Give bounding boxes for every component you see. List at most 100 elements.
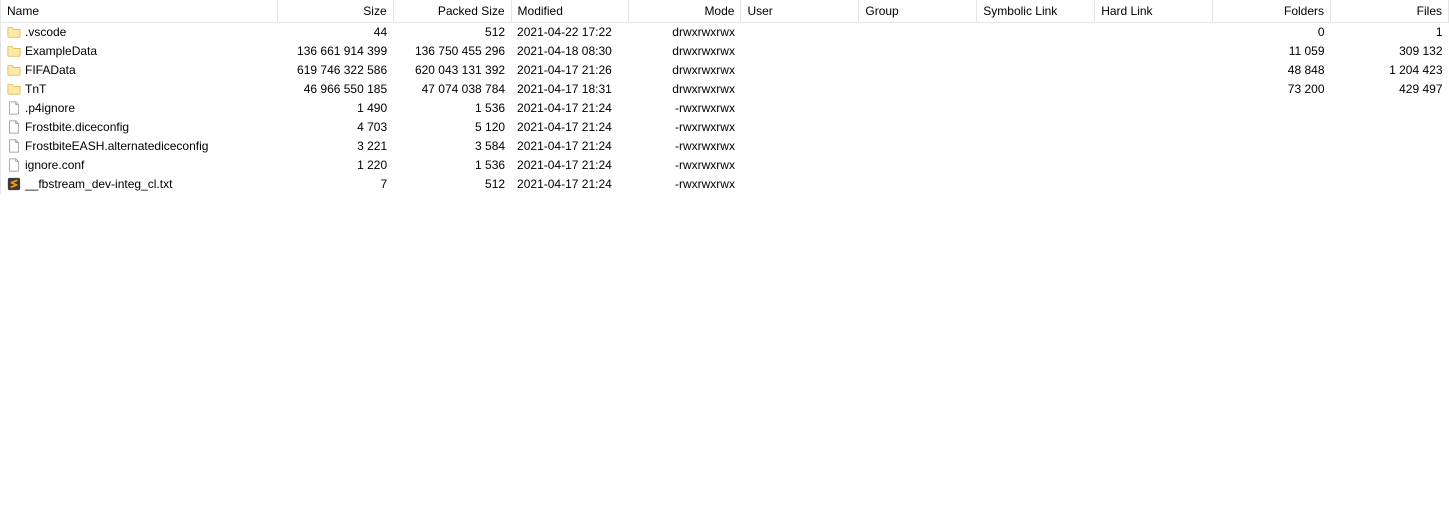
file-name-label: TnT xyxy=(25,82,46,96)
cell-name: FIFAData xyxy=(1,61,278,80)
cell-files xyxy=(1331,175,1449,194)
cell-packed: 5 120 xyxy=(393,118,511,137)
cell-folders xyxy=(1213,175,1331,194)
cell-group xyxy=(859,80,977,99)
cell-name: TnT xyxy=(1,80,278,99)
cell-hardlink xyxy=(1095,61,1213,80)
cell-name: FrostbiteEASH.alternatediceconfig xyxy=(1,137,278,156)
file-name-label: FIFAData xyxy=(25,63,76,77)
column-header-modified[interactable]: Modified xyxy=(511,0,629,23)
cell-user xyxy=(741,156,859,175)
cell-size: 46 966 550 185 xyxy=(278,80,394,99)
cell-symlink xyxy=(977,61,1095,80)
cell-modified: 2021-04-22 17:22 xyxy=(511,23,629,42)
cell-modified: 2021-04-17 21:26 xyxy=(511,61,629,80)
cell-symlink xyxy=(977,99,1095,118)
cell-symlink xyxy=(977,137,1095,156)
table-row[interactable]: __fbstream_dev-integ_cl.txt75122021-04-1… xyxy=(1,175,1449,194)
cell-mode: drwxrwxrwx xyxy=(629,61,741,80)
file-icon xyxy=(7,158,21,172)
cell-symlink xyxy=(977,175,1095,194)
table-row[interactable]: .vscode445122021-04-22 17:22drwxrwxrwx01 xyxy=(1,23,1449,42)
table-row[interactable]: Frostbite.diceconfig4 7035 1202021-04-17… xyxy=(1,118,1449,137)
file-name-label: .vscode xyxy=(25,25,66,39)
cell-group xyxy=(859,23,977,42)
cell-packed: 1 536 xyxy=(393,156,511,175)
column-header-size[interactable]: Size xyxy=(278,0,394,23)
cell-packed: 47 074 038 784 xyxy=(393,80,511,99)
cell-hardlink xyxy=(1095,118,1213,137)
cell-user xyxy=(741,80,859,99)
cell-name: .vscode xyxy=(1,23,278,42)
cell-size: 1 220 xyxy=(278,156,394,175)
cell-symlink xyxy=(977,118,1095,137)
cell-hardlink xyxy=(1095,80,1213,99)
table-row[interactable]: .p4ignore1 4901 5362021-04-17 21:24-rwxr… xyxy=(1,99,1449,118)
table-row[interactable]: FrostbiteEASH.alternatediceconfig 3 2213 … xyxy=(1,137,1449,156)
cell-packed: 512 xyxy=(393,23,511,42)
cell-group xyxy=(859,42,977,61)
file-icon xyxy=(7,139,21,153)
cell-mode: drwxrwxrwx xyxy=(629,23,741,42)
column-header-name[interactable]: Name xyxy=(1,0,278,23)
column-header-mode[interactable]: Mode xyxy=(629,0,741,23)
cell-group xyxy=(859,156,977,175)
table-row[interactable]: FIFAData619 746 322 586620 043 131 39220… xyxy=(1,61,1449,80)
cell-folders: 73 200 xyxy=(1213,80,1331,99)
file-icon xyxy=(7,120,21,134)
cell-group xyxy=(859,61,977,80)
cell-size: 44 xyxy=(278,23,394,42)
cell-files xyxy=(1331,118,1449,137)
cell-modified: 2021-04-18 08:30 xyxy=(511,42,629,61)
cell-modified: 2021-04-17 21:24 xyxy=(511,137,629,156)
cell-files xyxy=(1331,137,1449,156)
file-name-label: ignore.conf xyxy=(25,158,84,172)
cell-group xyxy=(859,118,977,137)
cell-user xyxy=(741,42,859,61)
cell-size: 3 221 xyxy=(278,137,394,156)
cell-group xyxy=(859,99,977,118)
cell-files: 1 xyxy=(1331,23,1449,42)
column-header-user[interactable]: User xyxy=(741,0,859,23)
cell-symlink xyxy=(977,42,1095,61)
column-header-row: Name Size Packed Size Modified Mode User… xyxy=(1,0,1449,23)
cell-modified: 2021-04-17 21:24 xyxy=(511,99,629,118)
cell-modified: 2021-04-17 18:31 xyxy=(511,80,629,99)
cell-user xyxy=(741,23,859,42)
cell-folders xyxy=(1213,156,1331,175)
cell-hardlink xyxy=(1095,23,1213,42)
cell-folders xyxy=(1213,118,1331,137)
cell-files xyxy=(1331,156,1449,175)
cell-folders xyxy=(1213,99,1331,118)
cell-modified: 2021-04-17 21:24 xyxy=(511,175,629,194)
column-header-hardlink[interactable]: Hard Link xyxy=(1095,0,1213,23)
table-row[interactable]: ignore.conf1 2201 5362021-04-17 21:24-rw… xyxy=(1,156,1449,175)
file-name-label: Frostbite.diceconfig xyxy=(25,120,129,134)
cell-hardlink xyxy=(1095,137,1213,156)
cell-hardlink xyxy=(1095,42,1213,61)
cell-files xyxy=(1331,99,1449,118)
cell-files: 1 204 423 xyxy=(1331,61,1449,80)
table-row[interactable]: ExampleData136 661 914 399136 750 455 29… xyxy=(1,42,1449,61)
table-row[interactable]: TnT 46 966 550 18547 074 038 7842021-04-1… xyxy=(1,80,1449,99)
column-header-group[interactable]: Group xyxy=(859,0,977,23)
cell-packed: 512 xyxy=(393,175,511,194)
cell-packed: 3 584 xyxy=(393,137,511,156)
cell-modified: 2021-04-17 21:24 xyxy=(511,118,629,137)
cell-folders xyxy=(1213,137,1331,156)
file-list-table: Name Size Packed Size Modified Mode User… xyxy=(0,0,1449,194)
cell-mode: -rwxrwxrwx xyxy=(629,118,741,137)
column-header-symlink[interactable]: Symbolic Link xyxy=(977,0,1095,23)
column-header-files[interactable]: Files xyxy=(1331,0,1449,23)
cell-files: 429 497 xyxy=(1331,80,1449,99)
column-header-folders[interactable]: Folders xyxy=(1213,0,1331,23)
cell-user xyxy=(741,118,859,137)
cell-size: 1 490 xyxy=(278,99,394,118)
cell-mode: -rwxrwxrwx xyxy=(629,156,741,175)
cell-mode: -rwxrwxrwx xyxy=(629,99,741,118)
file-name-label: __fbstream_dev-integ_cl.txt xyxy=(25,177,172,191)
cell-user xyxy=(741,99,859,118)
column-header-packed[interactable]: Packed Size xyxy=(393,0,511,23)
folder-icon xyxy=(7,25,21,39)
file-name-label: FrostbiteEASH.alternatediceconfig xyxy=(25,139,208,153)
